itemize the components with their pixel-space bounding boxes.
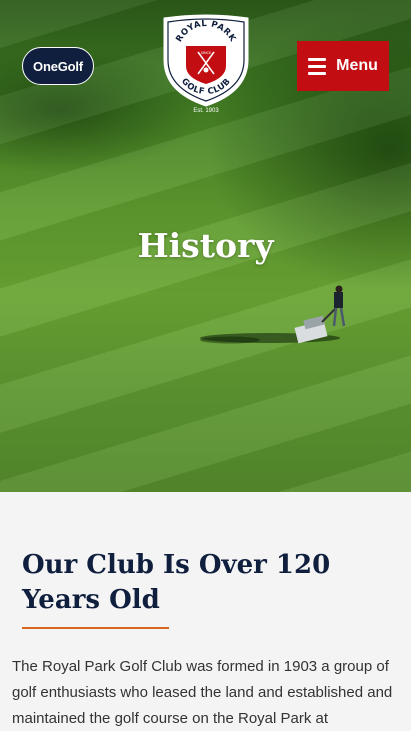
intro-paragraph: The Royal Park Golf Club was formed in 1… <box>12 658 393 727</box>
section-heading: Our Club Is Over 120 Years Old <box>22 550 331 615</box>
hamburger-icon <box>308 57 327 75</box>
page-title: History <box>137 226 274 265</box>
hero-banner: OneGolf ROYAL PARK GOLF CLUB SINCE Est. … <box>0 0 411 492</box>
crest-shield-icon: ROYAL PARK GOLF CLUB SINCE <box>163 14 249 107</box>
logo-est-text: Est. 1903 <box>193 108 219 114</box>
club-logo[interactable]: ROYAL PARK GOLF CLUB SINCE Est. 1903 <box>160 14 252 119</box>
history-section: Our Club Is Over 120 Years Old The Royal… <box>0 492 411 731</box>
menu-label: Menu <box>336 57 378 74</box>
mower-photo-figure <box>200 285 346 344</box>
logo-since-text: SINCE <box>201 51 212 55</box>
onegolf-button[interactable]: OneGolf <box>22 47 94 85</box>
menu-button[interactable]: Menu <box>297 41 389 91</box>
heading-underline <box>22 627 169 629</box>
